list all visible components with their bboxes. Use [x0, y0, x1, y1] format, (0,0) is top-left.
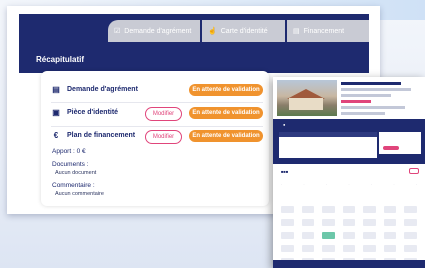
- tab-label: Financement: [303, 27, 345, 35]
- day-cell[interactable]: [383, 219, 397, 226]
- detail-line: [341, 112, 385, 115]
- tab-label: Demande d'agrément: [124, 27, 192, 35]
- row-piece-identite: ▣ Pièce d'identité Modifier En attente d…: [51, 106, 263, 122]
- contact-button[interactable]: [383, 146, 399, 150]
- step-tabs: ☑ Demande d'agrément ☝ Carte d'identité …: [108, 20, 369, 42]
- info-box: [279, 132, 377, 158]
- info-icon: ●: [283, 122, 286, 127]
- day-cell[interactable]: [363, 245, 376, 252]
- property-details: [341, 82, 421, 118]
- documents-value: Aucun document: [55, 170, 97, 176]
- day-cell[interactable]: [404, 219, 417, 226]
- day-cell[interactable]: [301, 219, 315, 226]
- weekday: ·: [303, 182, 305, 186]
- day-cell[interactable]: [281, 206, 294, 213]
- day-cell[interactable]: [322, 245, 335, 252]
- contact-box: [379, 132, 421, 154]
- comment-value: Aucun commentaire: [55, 191, 104, 197]
- row-label: Demande d'agrément: [67, 86, 138, 93]
- secondary-screenshot: ● ■■■ · · · · · · ·: [273, 77, 425, 268]
- row-label: Pièce d'identité: [67, 109, 119, 116]
- row-plan-financement: € Plan de financement Modifier En attent…: [51, 129, 263, 145]
- summary-panel: ▤ Demande d'agrément En attente de valid…: [41, 71, 269, 206]
- divider: [51, 126, 263, 127]
- tab-label: Carte d'identité: [220, 27, 268, 35]
- property-photo: [277, 80, 337, 116]
- document-icon: ▤: [293, 28, 300, 35]
- page-title: Récapitulatif: [36, 55, 85, 64]
- detail-line: [341, 88, 411, 91]
- weekday: ·: [281, 182, 282, 186]
- weekday-row: · · · · · · ·: [281, 182, 417, 186]
- close-button[interactable]: [409, 168, 419, 174]
- euro-icon: €: [53, 131, 59, 140]
- day-cell[interactable]: [342, 245, 356, 252]
- apport-text: Apport : 0 €: [52, 148, 86, 155]
- day-cell[interactable]: [404, 245, 417, 252]
- modify-button[interactable]: Modifier: [145, 107, 182, 121]
- tab-carte-identite[interactable]: ☝ Carte d'identité: [202, 20, 285, 42]
- status-badge: En attente de validation: [189, 107, 263, 119]
- modify-button[interactable]: Modifier: [145, 130, 182, 144]
- detail-line: [341, 94, 391, 97]
- divider: [51, 102, 263, 103]
- weekday: ·: [326, 182, 327, 186]
- row-demande-agrement: ▤ Demande d'agrément En attente de valid…: [51, 83, 263, 99]
- calendar-panel: ■■■ · · · · · · ·: [273, 164, 425, 268]
- day-cell[interactable]: [322, 206, 335, 213]
- status-badge: En attente de validation: [189, 84, 263, 96]
- info-box-header: [279, 132, 377, 137]
- tab-financement[interactable]: ▤ Financement: [287, 20, 369, 42]
- day-cell[interactable]: [301, 245, 315, 252]
- calendar-title-bar: ■■■: [281, 169, 289, 174]
- documents-label: Documents :: [52, 161, 89, 168]
- hand-icon: ☝: [208, 28, 217, 35]
- day-cell[interactable]: [342, 219, 356, 226]
- footer-band: [273, 260, 425, 268]
- wall-shape: [289, 98, 323, 110]
- day-cell[interactable]: [342, 232, 356, 239]
- day-cell[interactable]: [281, 232, 294, 239]
- row-label-group: € Plan de financement: [51, 131, 135, 140]
- day-cell[interactable]: [404, 206, 417, 213]
- tab-demande-agrement[interactable]: ☑ Demande d'agrément: [108, 20, 200, 42]
- checklist-icon: ☑: [114, 28, 121, 35]
- day-cell-selected[interactable]: [322, 232, 335, 239]
- id-card-icon: ▣: [52, 108, 60, 117]
- day-cell[interactable]: [363, 232, 376, 239]
- detail-line: [341, 106, 405, 109]
- document-icon: ▤: [52, 85, 60, 94]
- row-label-group: ▣ Pièce d'identité: [51, 108, 118, 117]
- day-cell[interactable]: [322, 219, 335, 226]
- day-cell[interactable]: [281, 219, 294, 226]
- calendar-grid: [281, 206, 417, 265]
- weekday: ·: [348, 182, 350, 186]
- row-label: Plan de financement: [67, 132, 136, 139]
- row-label-group: ▤ Demande d'agrément: [51, 85, 138, 94]
- day-cell[interactable]: [363, 206, 376, 213]
- day-cell[interactable]: [342, 206, 356, 213]
- day-cell[interactable]: [301, 206, 315, 213]
- day-cell[interactable]: [383, 232, 397, 239]
- weekday: ·: [393, 182, 395, 186]
- comment-label: Commentaire :: [52, 182, 95, 189]
- day-cell[interactable]: [383, 245, 397, 252]
- day-cell[interactable]: [363, 219, 376, 226]
- day-cell[interactable]: [404, 232, 417, 239]
- detail-line: [341, 82, 401, 85]
- day-cell[interactable]: [301, 232, 315, 239]
- day-cell[interactable]: [383, 206, 397, 213]
- detail-line: [341, 100, 371, 103]
- weekday: ·: [416, 182, 417, 186]
- header-band: ☑ Demande d'agrément ☝ Carte d'identité …: [19, 14, 369, 73]
- status-badge: En attente de validation: [189, 130, 263, 142]
- weekday: ·: [371, 182, 372, 186]
- day-cell[interactable]: [281, 245, 294, 252]
